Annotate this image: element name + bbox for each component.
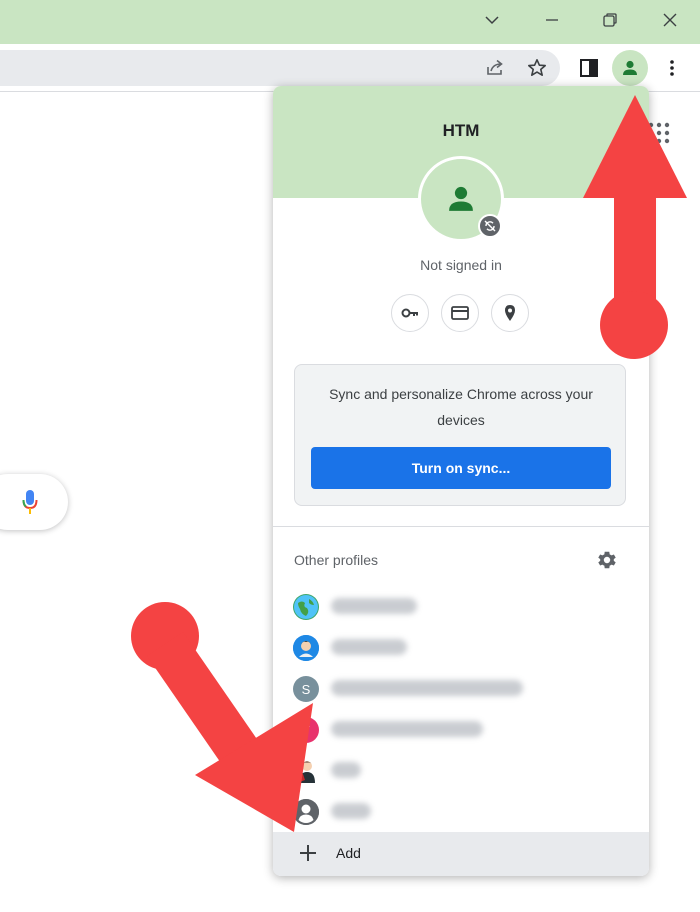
chevron-down-icon	[485, 16, 499, 25]
side-panel-icon[interactable]	[573, 52, 605, 84]
minimize-icon	[546, 19, 558, 21]
profile-list-item[interactable]	[273, 627, 649, 667]
turn-on-sync-button[interactable]: Turn on sync...	[311, 447, 611, 489]
title-bar	[0, 0, 700, 44]
gear-icon[interactable]	[596, 549, 618, 571]
letter-avatar: S	[293, 676, 319, 702]
profile-name: HTM	[442, 121, 480, 140]
profile-button[interactable]	[612, 50, 648, 86]
divider	[273, 526, 649, 527]
microphone-icon[interactable]	[22, 488, 38, 516]
restore-button[interactable]	[580, 0, 640, 40]
profile-list-item[interactable]: S	[273, 668, 649, 708]
person-avatar-icon	[293, 758, 319, 784]
plus-icon	[300, 845, 316, 861]
globe-avatar-icon	[293, 594, 319, 620]
profile-list-item[interactable]	[273, 791, 649, 831]
profile-menu-panel: HTM Not signed in Sync and personalize C…	[273, 86, 649, 876]
other-profiles-heading: Other profiles	[294, 552, 379, 568]
share-icon[interactable]	[479, 52, 511, 84]
passwords-button[interactable]	[391, 294, 429, 332]
add-profile-label: Add	[336, 845, 361, 861]
generic-avatar-icon	[293, 799, 319, 825]
person-avatar-icon	[293, 635, 319, 661]
menu-icon[interactable]	[656, 52, 688, 84]
apps-grid-icon[interactable]	[648, 122, 670, 144]
profile-name-blurred	[331, 639, 407, 655]
add-profile-button[interactable]: Add	[273, 832, 649, 876]
profile-list-item[interactable]	[273, 750, 649, 790]
bookmark-star-icon[interactable]	[521, 52, 553, 84]
key-icon	[401, 308, 418, 318]
minimize-button[interactable]	[522, 0, 582, 40]
location-icon	[505, 305, 515, 321]
sync-promo-card: Sync and personalize Chrome across your …	[294, 364, 626, 506]
profile-list-item[interactable]: T	[273, 709, 649, 749]
profile-list-item[interactable]	[273, 586, 649, 626]
address-bar[interactable]	[0, 50, 560, 86]
close-window-button[interactable]	[640, 0, 700, 40]
payment-methods-button[interactable]	[441, 294, 479, 332]
sign-in-status: Not signed in	[420, 257, 502, 273]
profile-name-blurred	[331, 680, 523, 696]
addresses-button[interactable]	[491, 294, 529, 332]
browser-toolbar	[0, 44, 700, 92]
profile-name-blurred	[331, 803, 371, 819]
profile-name-blurred	[331, 721, 483, 737]
tab-search-button[interactable]	[462, 0, 522, 40]
person-icon	[449, 186, 473, 211]
letter-avatar: T	[293, 717, 319, 743]
close-icon	[663, 13, 677, 27]
sync-off-icon	[478, 214, 502, 238]
profile-name-blurred	[331, 762, 361, 778]
search-box[interactable]	[0, 474, 68, 530]
restore-icon	[603, 13, 617, 27]
card-icon	[451, 306, 469, 320]
person-icon	[623, 60, 637, 75]
sync-promo-text: Sync and personalize Chrome across your …	[329, 386, 593, 428]
profile-name-blurred	[331, 598, 417, 614]
